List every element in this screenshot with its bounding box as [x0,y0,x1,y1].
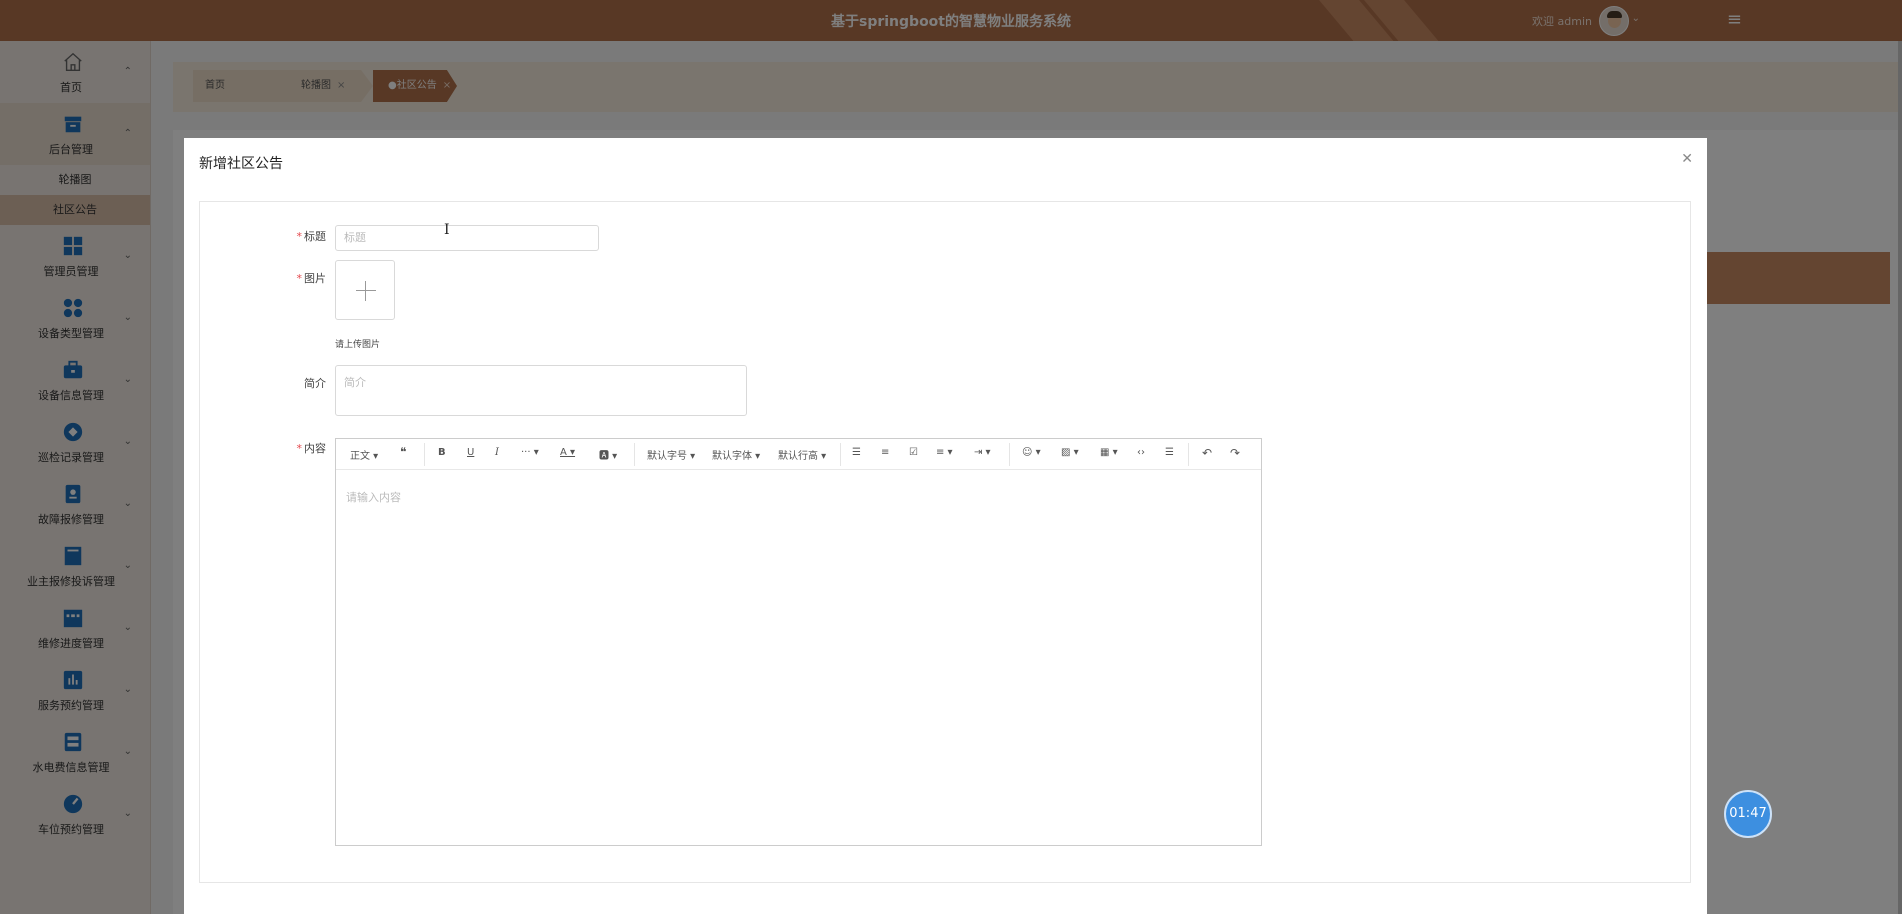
undo-icon[interactable]: ↶ [1202,446,1212,460]
indent-icon[interactable]: ⇥ ▾ [974,447,991,458]
table-icon[interactable]: ▦ ▾ [1100,447,1118,458]
editor-placeholder: 请输入内容 [346,491,401,504]
image-upload-button[interactable] [335,260,395,320]
underline-icon[interactable]: U [467,447,474,458]
redo-icon[interactable]: ↷ [1230,446,1240,460]
image-label: * 图片 [296,272,327,285]
add-notice-dialog: 新增社区公告 ✕ * 标题 标题 * 图片 请上传图片 简介 简介 * 内容 正文 ▾… [184,138,1707,914]
form-panel: * 标题 标题 * 图片 请上传图片 简介 简介 * 内容 正文 ▾ ❝ B U I … [199,201,1691,883]
content-label: * 内容 [296,442,327,455]
bold-icon[interactable]: B [438,447,446,458]
background-color-icon[interactable]: 🅰 ▾ [599,447,617,462]
more-icon[interactable]: ··· ▾ [521,447,539,458]
divider-icon[interactable]: ☰ [1165,447,1174,458]
upload-hint: 请上传图片 [335,340,381,350]
intro-textarea[interactable]: 简介 [335,365,747,416]
plus-icon [356,290,376,291]
italic-icon[interactable]: I [495,447,499,458]
image-icon[interactable]: ▨ ▾ [1061,447,1079,458]
line-height-select[interactable]: 默认行高 ▾ [778,447,826,462]
align-icon[interactable]: ≡ ▾ [936,447,953,458]
code-icon[interactable]: ‹› [1137,447,1145,458]
emoji-icon[interactable]: ☺ ▾ [1022,447,1041,458]
rich-text-editor[interactable]: 正文 ▾ ❝ B U I ··· ▾ A ▾ 🅰 ▾ 默认字号 ▾ 默认字体 ▾… [335,438,1262,846]
title-input[interactable]: 标题 [335,225,599,251]
numbered-list-icon[interactable]: ≡ [881,447,889,458]
intro-label: 简介 [304,377,326,390]
title-label: * 标题 [296,230,327,243]
close-icon[interactable]: ✕ [1681,151,1693,167]
bullet-list-icon[interactable]: ☰ [852,447,861,458]
todo-icon[interactable]: ☑ [909,447,918,458]
heading-select[interactable]: 正文 ▾ [350,447,378,462]
font-size-select[interactable]: 默认字号 ▾ [647,447,695,462]
font-color-icon[interactable]: A ▾ [560,447,575,458]
dialog-title: 新增社区公告 [199,156,283,172]
font-family-select[interactable]: 默认字体 ▾ [712,447,760,462]
editor-toolbar: 正文 ▾ ❝ B U I ··· ▾ A ▾ 🅰 ▾ 默认字号 ▾ 默认字体 ▾… [336,439,1261,470]
timer-badge[interactable]: 01:47 [1724,790,1772,838]
quote-icon[interactable]: ❝ [400,445,406,459]
text-cursor-icon: I [444,222,450,238]
